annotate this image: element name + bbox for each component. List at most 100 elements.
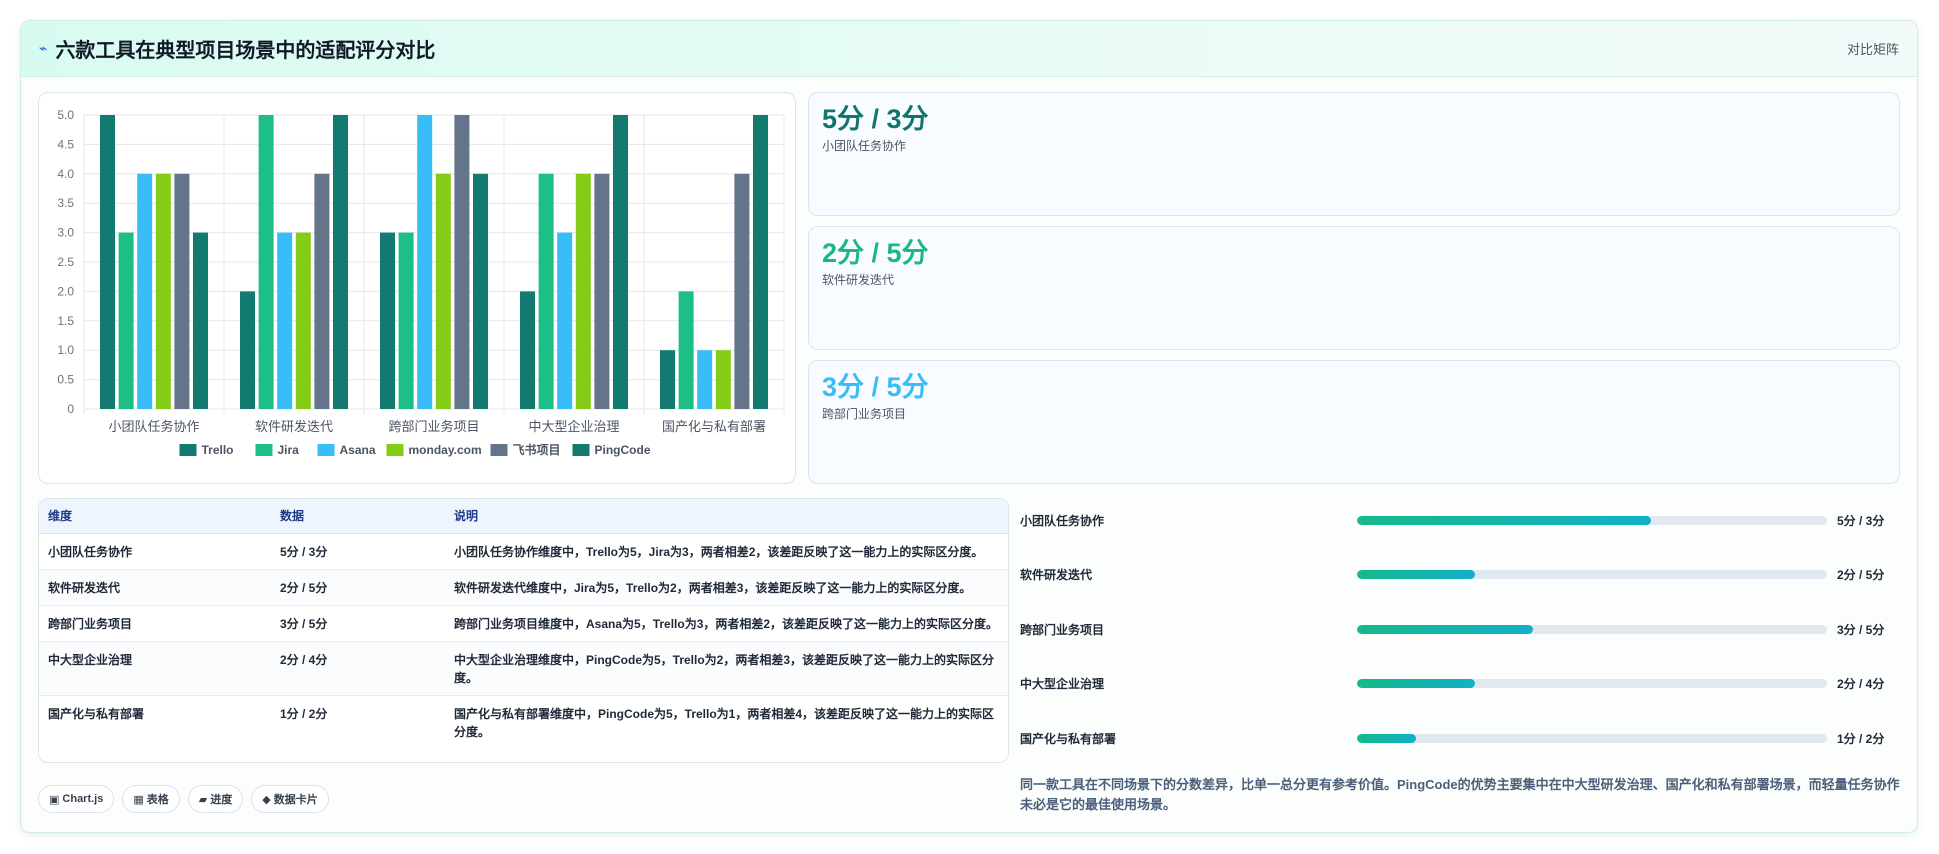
legend-swatch <box>317 444 335 456</box>
card-header: ⌁ 六款工具在典型项目场景中的适配评分对比 对比矩阵 <box>21 21 1917 77</box>
bar-chart: 0 0.5 1.0 1.5 2.0 2.5 3.0 3.5 4.0 4.5 5.0 小团队任务协作 软件… <box>57 108 785 457</box>
chip-label: Chart.js <box>62 793 104 805</box>
stat-card: 3分 / 5分 跨部门业务项目 <box>808 360 1900 484</box>
x-tick-label: 跨部门业务项目 <box>388 419 479 434</box>
table-cell: 国产化与私有部署 <box>48 706 145 721</box>
chip-progress[interactable]: ▰ 进度 <box>187 785 244 813</box>
progress-label: 国产化与私有部署 <box>1020 732 1117 746</box>
progress-icon: ▰ <box>198 793 208 806</box>
table-row: 小团队任务协作 5分 / 3分 小团队任务协作维度中，Trello为5，Jira… <box>39 533 1008 570</box>
bar <box>454 115 470 409</box>
y-tick-label: 2.0 <box>57 284 74 298</box>
progress-value: 1分 / 2分 <box>1837 732 1885 746</box>
stat-value: 2分 / 5分 <box>822 238 929 268</box>
table-icon: ▦ <box>133 793 144 806</box>
chip-chart[interactable]: ▣ Chart.js <box>38 785 115 813</box>
progress-value: 2分 / 5分 <box>1837 568 1885 582</box>
bar <box>557 232 573 409</box>
bar <box>520 291 535 409</box>
bar <box>473 173 488 409</box>
bar <box>258 115 274 409</box>
table-cell: 中大型企业治理维度中，PingCode为5，Trello为2，两者相差3，该差距… <box>445 641 1008 696</box>
y-tick-label: 4.5 <box>57 137 74 151</box>
column-header: 说明 <box>445 499 1008 534</box>
legend-label: monday.com <box>409 443 482 457</box>
progress-label: 跨部门业务项目 <box>1020 623 1105 637</box>
y-tick-label: 0.5 <box>57 373 74 387</box>
bar <box>697 350 713 409</box>
bar <box>398 232 414 409</box>
table-cell: 3分 / 5分 <box>271 605 445 642</box>
table-cell: 2分 / 4分 <box>271 641 445 696</box>
feature-chips: ▣ Chart.js ▦ 表格 ▰ 进度 ◆ 数据卡片 <box>38 785 329 813</box>
table-cell: 跨部门业务项目维度中，Asana为5，Trello为3，两者相差2，该差距反映了… <box>445 605 1008 642</box>
stat-value: 3分 / 5分 <box>822 372 929 402</box>
progress-track <box>1357 516 1827 525</box>
chip-card[interactable]: ◆ 数据卡片 <box>251 785 329 813</box>
y-tick-label: 1.5 <box>57 314 74 328</box>
table-cell: 小团队任务协作维度中，Trello为5，Jira为3，两者相差2，该差距反映了这… <box>445 533 1008 570</box>
progress-track <box>1357 625 1827 634</box>
legend-label: Trello <box>202 443 234 457</box>
progress-row: 软件研发迭代 2分 / 5分 <box>1020 564 1900 584</box>
card-icon: ◆ <box>262 793 271 806</box>
table-cell: 2分 / 5分 <box>271 569 445 606</box>
y-tick-label: 1.0 <box>57 343 74 357</box>
bar <box>314 173 330 409</box>
stat-value: 5分 / 3分 <box>822 104 929 134</box>
y-tick-label: 5.0 <box>57 108 74 122</box>
bar <box>380 232 395 409</box>
bar <box>594 173 610 409</box>
progress-label: 小团队任务协作 <box>1020 514 1105 528</box>
bar <box>118 232 134 409</box>
lightning-icon: ⌁ <box>39 40 48 56</box>
table-cell: 软件研发迭代维度中，Jira为5，Trello为2，两者相差3，该差距反映了这一… <box>445 569 1008 606</box>
column-header: 数据 <box>271 499 445 534</box>
table-row: 软件研发迭代 2分 / 5分 软件研发迭代维度中，Jira为5，Trello为2… <box>39 569 1008 606</box>
bar <box>240 291 255 409</box>
bar <box>678 291 694 409</box>
legend-swatch <box>255 444 273 456</box>
table-cell: 国产化与私有部署维度中，PingCode为5，Trello为1，两者相差4，该差… <box>454 706 995 739</box>
progress-track <box>1357 679 1827 688</box>
progress-row: 国产化与私有部署 1分 / 2分 <box>1020 728 1900 748</box>
progress-fill <box>1357 679 1475 688</box>
page-title: 六款工具在典型项目场景中的适配评分对比 <box>55 40 436 62</box>
chip-label: 表格 <box>146 794 169 806</box>
progress-fill <box>1357 734 1416 743</box>
chip-label: 数据卡片 <box>273 794 318 806</box>
chart-panel: 0 0.5 1.0 1.5 2.0 2.5 3.0 3.5 4.0 4.5 5.0 小团队任务协作 软件… <box>38 92 796 484</box>
y-tick-label: 4.0 <box>57 167 74 181</box>
bar <box>538 173 554 409</box>
bar <box>174 173 190 409</box>
progress-row: 跨部门业务项目 3分 / 5分 <box>1020 619 1900 639</box>
legend-label: PingCode <box>595 443 651 457</box>
x-tick-label: 中大型企业治理 <box>528 419 619 434</box>
bar <box>137 173 153 409</box>
y-tick-label: 0 <box>67 402 74 416</box>
table-header-row: 维度 数据 说明 <box>39 499 1008 534</box>
chip-label: 进度 <box>210 794 233 806</box>
table-row: 国产化与私有部署 1分 / 2分 国产化与私有部署维度中，PingCode为5，… <box>39 695 1008 749</box>
summary-note: 同一款工具在不同场景下的分数差异，比单一总分更有参考价值。PingCode的优势… <box>1020 777 1900 812</box>
progress-fill <box>1357 625 1534 634</box>
table-cell: 小团队任务协作 <box>39 533 271 570</box>
column-header: 维度 <box>39 499 271 534</box>
data-table-panel: 维度 数据 说明 小团队任务协作 5分 / 3分 小团队任务协作维度中，Trel… <box>38 498 1009 763</box>
stat-label: 跨部门业务项目 <box>822 407 907 421</box>
table-row: 中大型企业治理 2分 / 4分 中大型企业治理维度中，PingCode为5，Tr… <box>39 641 1008 696</box>
bar <box>575 173 591 409</box>
progress-value: 2分 / 4分 <box>1837 677 1885 691</box>
chip-table[interactable]: ▦ 表格 <box>122 785 180 813</box>
legend-label: 飞书项目 <box>513 442 561 457</box>
y-tick-label: 3.0 <box>57 226 74 240</box>
progress-track <box>1357 570 1827 579</box>
bar <box>715 350 731 409</box>
chart-icon: ▣ <box>49 793 60 806</box>
progress-label: 中大型企业治理 <box>1020 677 1105 691</box>
legend-swatch <box>490 444 508 456</box>
table-cell: 跨部门业务项目 <box>39 605 271 642</box>
progress-fill <box>1357 516 1651 525</box>
x-tick-label: 小团队任务协作 <box>108 419 199 434</box>
stat-label: 软件研发迭代 <box>822 273 895 287</box>
